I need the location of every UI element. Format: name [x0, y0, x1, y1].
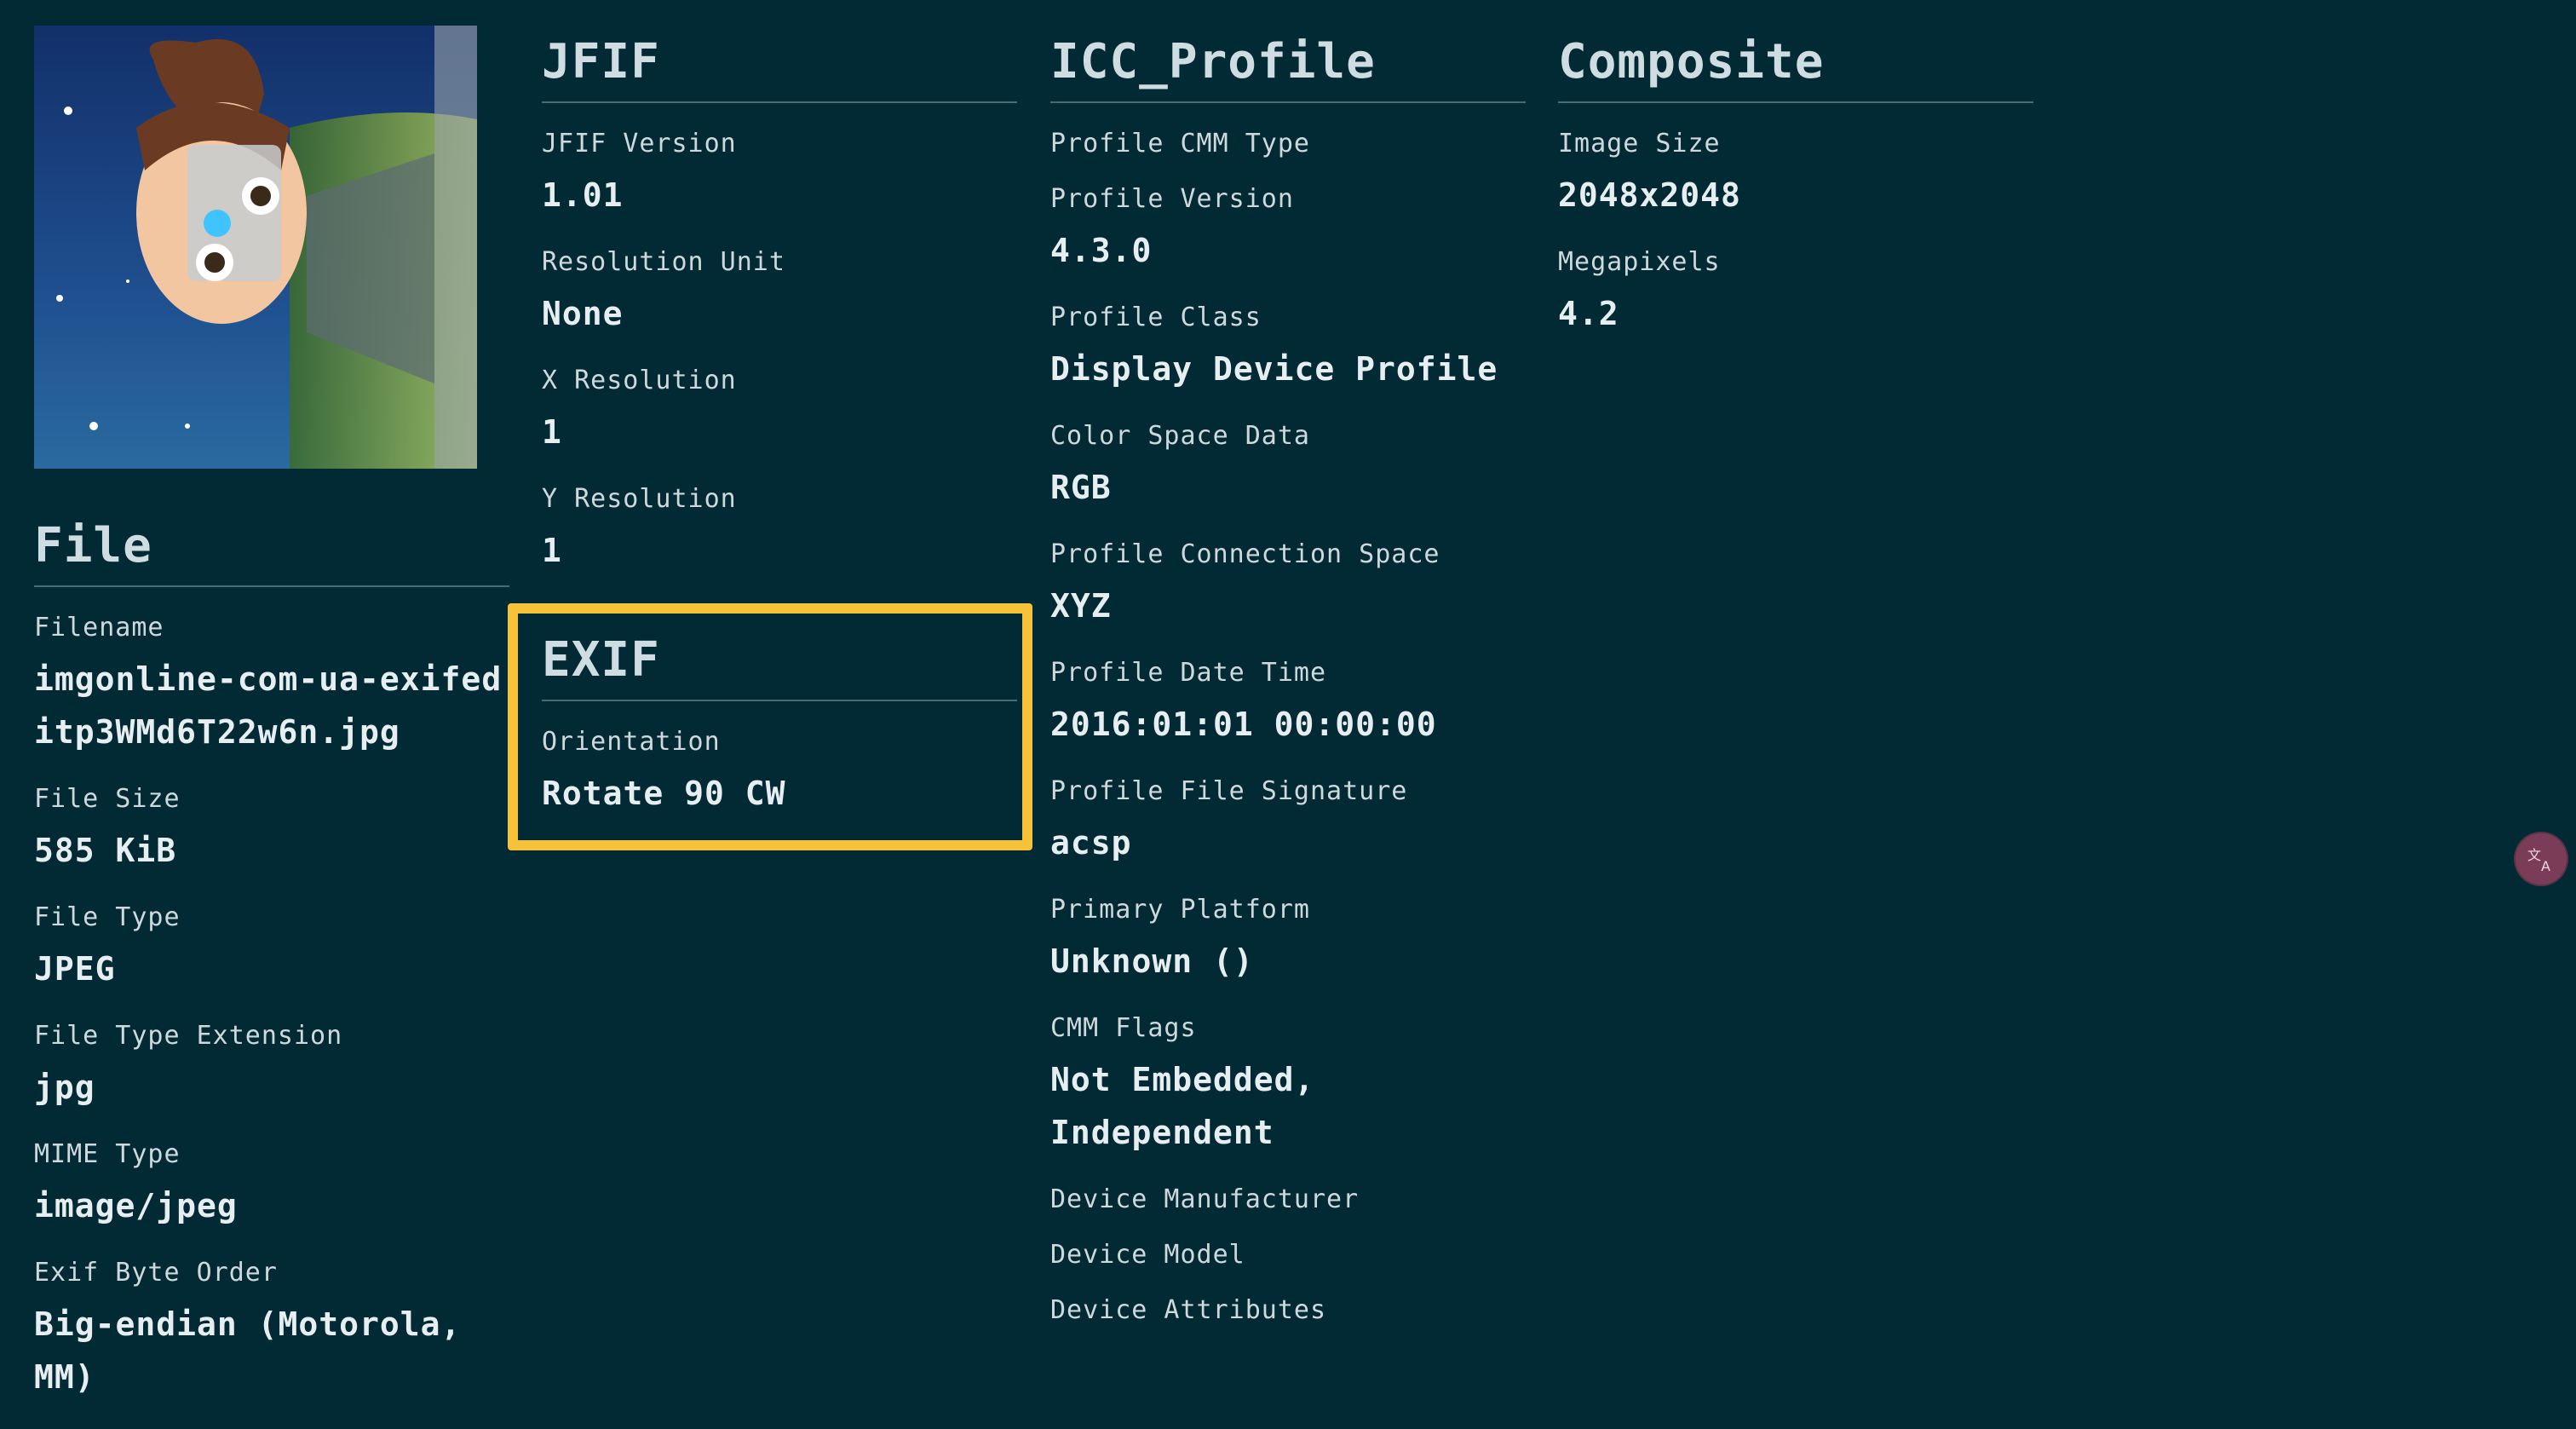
field-profile-cmm-type: Profile CMM Type [1050, 129, 1526, 158]
field-file-size: File Size 585 KiB [34, 784, 509, 877]
jfif-section: JFIF JFIF Version 1.01 Resolution Unit N… [542, 34, 1017, 602]
field-label: Profile Connection Space [1050, 539, 1440, 569]
translate-button[interactable]: 文 A [2516, 833, 2567, 884]
field-value: jpg [34, 1069, 95, 1106]
field-value: 1 [542, 413, 562, 451]
field-resolution-unit: Resolution Unit None [542, 247, 1017, 340]
field-device-attributes: Device Attributes [1050, 1295, 1526, 1325]
field-profile-version: Profile Version 4.3.0 [1050, 184, 1526, 277]
field-value: 1.01 [542, 176, 624, 214]
field-value: Big-endian (Motorola, MM) [34, 1305, 462, 1396]
icc-profile-section: ICC_Profile Profile CMM Type Profile Ver… [1050, 34, 1526, 1351]
exif-section-title: EXIF [542, 632, 1017, 701]
field-label: Profile Date Time [1050, 658, 1327, 688]
field-profile-date-time: Profile Date Time 2016:01:01 00:00:00 [1050, 658, 1526, 751]
field-label: Profile Version [1050, 184, 1294, 214]
composite-section-title: Composite [1558, 34, 2033, 103]
field-device-manufacturer: Device Manufacturer [1050, 1184, 1526, 1214]
field-orientation: Orientation Rotate 90 CW [542, 727, 1017, 820]
field-label: File Type Extension [34, 1021, 343, 1051]
field-label: Color Space Data [1050, 421, 1310, 451]
field-label: JFIF Version [542, 129, 737, 158]
field-label: X Resolution [542, 366, 737, 395]
field-value: Display Device Profile [1050, 350, 1498, 388]
field-y-resolution: Y Resolution 1 [542, 484, 1017, 577]
field-label: Device Attributes [1050, 1295, 1327, 1325]
svg-text:文: 文 [2527, 847, 2541, 863]
field-value: acsp [1050, 824, 1132, 861]
field-value: Not Embedded, Independent [1050, 1061, 1315, 1151]
field-image-size: Image Size 2048x2048 [1558, 129, 2033, 222]
field-jfif-version: JFIF Version 1.01 [542, 129, 1017, 222]
field-label: File Type [34, 902, 181, 932]
field-value: image/jpeg [34, 1187, 238, 1224]
svg-text:A: A [2541, 858, 2550, 874]
field-label: Y Resolution [542, 484, 737, 514]
field-label: Device Manufacturer [1050, 1184, 1360, 1214]
field-cmm-flags: CMM Flags Not Embedded, Independent [1050, 1013, 1526, 1159]
exif-section: EXIF Orientation Rotate 90 CW [542, 632, 1017, 845]
field-label: File Size [34, 784, 181, 814]
field-value: 4.3.0 [1050, 232, 1153, 269]
composite-section: Composite Image Size 2048x2048 Megapixel… [1558, 34, 2033, 366]
field-profile-class: Profile Class Display Device Profile [1050, 303, 1526, 395]
field-value: 585 KiB [34, 832, 177, 869]
field-value: Unknown () [1050, 942, 1254, 980]
field-device-model: Device Model [1050, 1240, 1526, 1270]
field-exif-byte-order: Exif Byte Order Big-endian (Motorola, MM… [34, 1258, 509, 1403]
field-label: Image Size [1558, 129, 1721, 158]
field-label: Exif Byte Order [34, 1258, 278, 1288]
file-section-title: File [34, 518, 509, 587]
field-x-resolution: X Resolution 1 [542, 366, 1017, 458]
field-profile-file-signature: Profile File Signature acsp [1050, 776, 1526, 869]
field-megapixels: Megapixels 4.2 [1558, 247, 2033, 340]
field-value: imgonline-com-ua-exifeditp3WMd6T22w6n.jp… [34, 660, 503, 751]
field-value: Rotate 90 CW [542, 775, 786, 812]
jfif-section-title: JFIF [542, 34, 1017, 103]
field-value: None [542, 295, 624, 332]
field-value: 1 [542, 532, 562, 569]
field-file-type: File Type JPEG [34, 902, 509, 995]
field-primary-platform: Primary Platform Unknown () [1050, 895, 1526, 988]
icc-profile-section-title: ICC_Profile [1050, 34, 1526, 103]
field-profile-connection-space: Profile Connection Space XYZ [1050, 539, 1526, 632]
image-thumbnail [34, 26, 477, 469]
field-label: Resolution Unit [542, 247, 785, 277]
field-label: Filename [34, 613, 164, 642]
field-value: JPEG [34, 950, 116, 988]
anime-portrait-image [34, 26, 477, 469]
field-label: Megapixels [1558, 247, 1721, 277]
field-label: Orientation [542, 727, 721, 757]
field-mime-type: MIME Type image/jpeg [34, 1139, 509, 1232]
field-filename: Filename imgonline-com-ua-exifeditp3WMd6… [34, 613, 509, 758]
field-label: Device Model [1050, 1240, 1245, 1270]
translate-icon: 文 A [2527, 847, 2550, 874]
file-section: File Filename imgonline-com-ua-exifeditp… [34, 518, 509, 1429]
field-value: 4.2 [1558, 295, 1619, 332]
field-color-space-data: Color Space Data RGB [1050, 421, 1526, 514]
field-value: 2016:01:01 00:00:00 [1050, 706, 1437, 743]
field-value: RGB [1050, 469, 1112, 506]
field-label: Profile Class [1050, 303, 1262, 332]
field-label: CMM Flags [1050, 1013, 1197, 1043]
field-file-type-extension: File Type Extension jpg [34, 1021, 509, 1114]
field-label: Primary Platform [1050, 895, 1310, 925]
field-value: XYZ [1050, 587, 1112, 625]
field-label: Profile CMM Type [1050, 129, 1310, 158]
field-label: Profile File Signature [1050, 776, 1408, 806]
field-value: 2048x2048 [1558, 176, 1741, 214]
field-label: MIME Type [34, 1139, 181, 1169]
